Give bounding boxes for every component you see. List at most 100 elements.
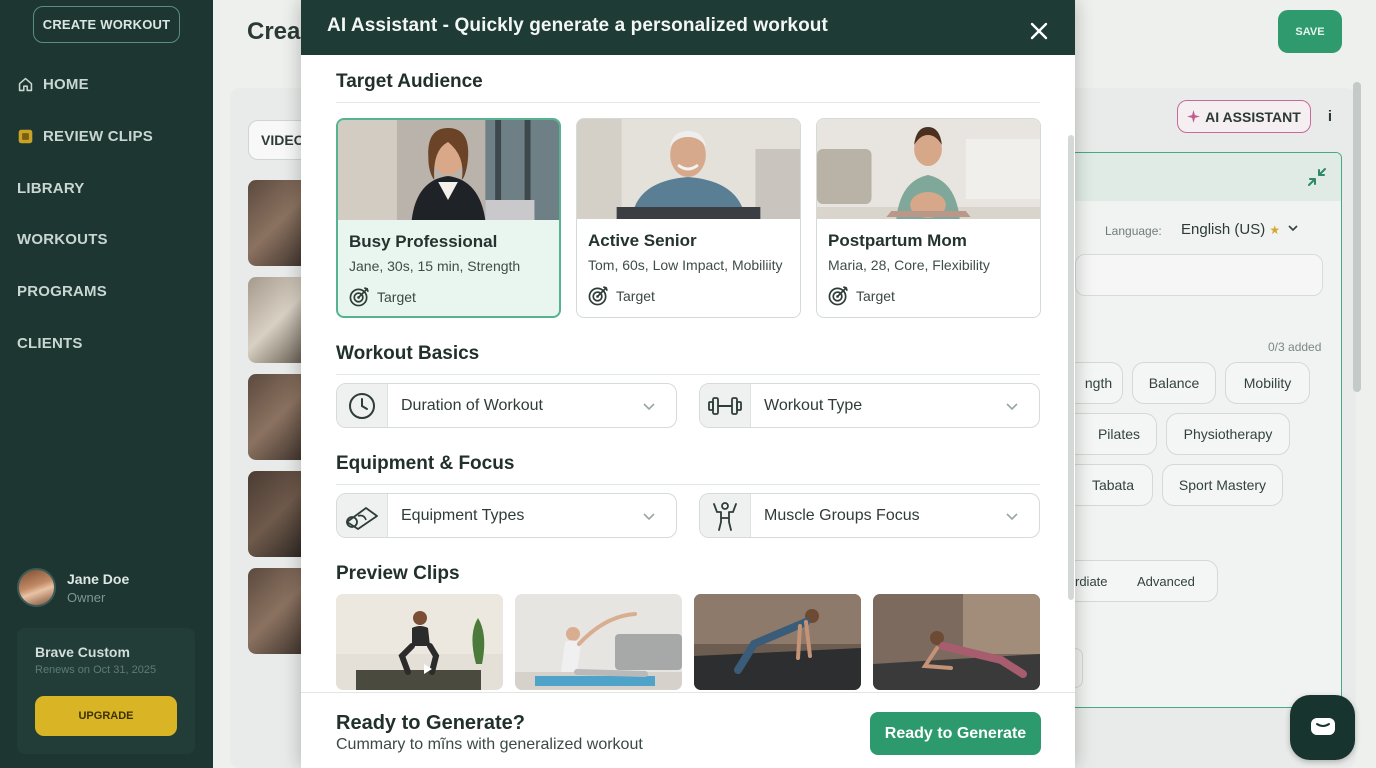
preview-clip-plank[interactable] [694, 594, 861, 690]
section-title-basics: Workout Basics [336, 343, 480, 364]
user-profile[interactable]: Jane Doe Owner [17, 568, 129, 607]
chip-tabata[interactable]: Tabata [1075, 464, 1153, 506]
chip-sport-mastery[interactable]: Sport Mastery [1162, 464, 1283, 506]
plan-card: Brave Custom Renews on Oct 31, 2025 UPGR… [17, 628, 195, 754]
create-workout-button[interactable]: CREATE WORKOUT [33, 6, 180, 43]
preview-clip-forearm-plank[interactable] [873, 594, 1040, 690]
sidebar-item-label: LIBRARY [17, 180, 85, 197]
muscle-groups-label: Muscle Groups Focus [764, 507, 920, 524]
preview-clip-stretch[interactable] [515, 594, 682, 690]
sidebar-item-label: REVIEW CLIPS [43, 128, 153, 145]
divider [336, 484, 1040, 485]
target-label: Target [377, 288, 416, 305]
sidebar-item-label: WORKOUTS [17, 231, 108, 248]
generate-button[interactable]: Ready to Generate [870, 712, 1041, 755]
sidebar-item-label: HOME [43, 76, 89, 93]
home-icon [18, 77, 33, 92]
plan-renewal-date: Renews on Oct 31, 2025 [35, 664, 157, 676]
language-value: English (US) [1181, 221, 1266, 238]
chip-pilates[interactable]: Pilates [1075, 413, 1157, 455]
added-count: 0/3 added [1268, 340, 1322, 354]
yoga-mat-icon [346, 506, 378, 530]
sidebar-item-clients[interactable]: CLIENTS [17, 335, 83, 352]
video-thumbnail[interactable] [248, 374, 308, 460]
section-title-preview: Preview Clips [336, 563, 460, 584]
language-label: Language: [1105, 224, 1162, 238]
section-title-audience: Target Audience [336, 71, 483, 92]
muscle-body-icon [713, 501, 737, 531]
muscle-groups-select[interactable]: Muscle Groups Focus [699, 493, 1040, 538]
select-icon-box [337, 384, 388, 427]
clock-icon [349, 392, 375, 419]
modal-scrollbar[interactable] [1068, 135, 1074, 600]
chevron-down-icon [1288, 225, 1298, 232]
save-button[interactable]: SAVE [1278, 10, 1342, 53]
modal-header: AI Assistant - Quickly generate a person… [301, 0, 1075, 55]
sparkle-icon [1187, 110, 1201, 123]
language-select[interactable]: English (US) ★ [1181, 221, 1299, 238]
modal-title: AI Assistant - Quickly generate a person… [327, 15, 828, 36]
equipment-select[interactable]: Equipment Types [336, 493, 677, 538]
chip-balance[interactable]: Balance [1132, 362, 1216, 404]
user-name: Jane Doe [67, 570, 130, 587]
sidebar-item-library[interactable]: LIBRARY [17, 180, 85, 197]
audience-photo [577, 119, 800, 219]
ai-assistant-button[interactable]: AI ASSISTANT [1177, 100, 1311, 133]
duration-select-label: Duration of Workout [401, 397, 543, 414]
chat-button[interactable] [1290, 695, 1355, 760]
audience-card-active-senior[interactable]: Active Senior Tom, 60s, Low Impact, Mobi… [576, 118, 801, 318]
close-icon[interactable] [1028, 20, 1050, 42]
chip-mobility[interactable]: Mobility [1225, 362, 1310, 404]
sidebar-item-review-clips[interactable]: REVIEW CLIPS [17, 128, 153, 145]
equipment-select-label: Equipment Types [401, 507, 525, 524]
video-thumbnail[interactable] [248, 180, 308, 266]
select-icon-box [700, 384, 751, 427]
target-icon [349, 287, 369, 307]
target-icon [828, 286, 848, 306]
user-role: Owner [67, 589, 106, 605]
preview-clip-squat[interactable] [336, 594, 503, 690]
audience-card-postpartum-mom[interactable]: Postpartum Mom Maria, 28, Core, Flexibil… [816, 118, 1041, 318]
divider [336, 102, 1040, 103]
panel-header [1061, 153, 1341, 201]
clips-icon [18, 129, 33, 144]
duration-select[interactable]: Duration of Workout [336, 383, 677, 428]
audience-card-busy-professional[interactable]: Busy Professional Jane, 30s, 15 min, Str… [336, 118, 561, 318]
audience-photo [817, 119, 1040, 219]
target-label: Target [856, 287, 895, 304]
chip-strength[interactable]: ngth [1075, 362, 1123, 404]
info-button[interactable]: i [1320, 105, 1340, 127]
workout-type-select[interactable]: Workout Type [699, 383, 1040, 428]
chip-physiotherapy[interactable]: Physiotherapy [1166, 413, 1290, 455]
text-field[interactable] [1075, 648, 1083, 688]
chat-icon [1310, 717, 1335, 735]
workout-type-label: Workout Type [764, 397, 863, 414]
audience-description: Jane, 30s, 15 min, Strength [349, 258, 521, 274]
level-selector: rdiate Advanced [1075, 560, 1218, 602]
sidebar-item-workouts[interactable]: WORKOUTS [17, 231, 108, 248]
sidebar: CREATE WORKOUT HOME REVIEW CLIPS LIBRARY… [0, 0, 213, 768]
video-thumbnail[interactable] [248, 568, 308, 654]
section-title-equipment: Equipment & Focus [336, 453, 515, 474]
sidebar-item-programs[interactable]: PROGRAMS [17, 283, 107, 300]
chip-advanced[interactable]: Advanced [1137, 574, 1195, 589]
select-icon-box [337, 494, 388, 537]
chevron-down-icon [643, 403, 655, 411]
chevron-down-icon [1006, 513, 1018, 521]
page-scrollbar[interactable] [1353, 82, 1361, 392]
collapse-icon[interactable] [1305, 165, 1329, 189]
video-thumbnail[interactable] [248, 277, 308, 363]
sidebar-item-home[interactable]: HOME [17, 76, 89, 93]
audience-name: Active Senior [588, 231, 697, 250]
audience-target: Target [588, 285, 655, 306]
video-thumbnail[interactable] [248, 471, 308, 557]
chevron-down-icon [1006, 403, 1018, 411]
sidebar-item-label: PROGRAMS [17, 283, 107, 300]
text-field[interactable] [1075, 254, 1323, 296]
footer-title: Ready to Generate? [336, 712, 525, 734]
target-label: Target [616, 287, 655, 304]
upgrade-button[interactable]: UPGRADE [35, 696, 177, 736]
audience-photo [338, 120, 559, 220]
select-icon-box [700, 494, 751, 537]
chip-intermediate[interactable]: rdiate [1075, 574, 1137, 589]
